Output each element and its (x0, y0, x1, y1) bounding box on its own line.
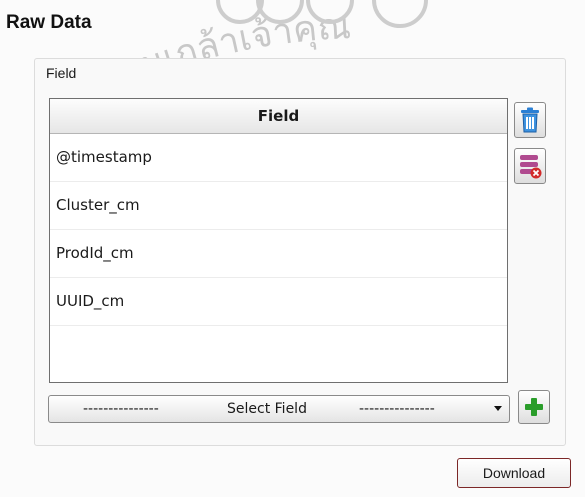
group-label: Field (46, 65, 77, 81)
table-header[interactable]: Field (50, 99, 507, 134)
delete-button[interactable] (514, 102, 546, 138)
section-title: Raw Data (6, 12, 92, 33)
table-row[interactable]: @timestamp (50, 134, 507, 182)
select-field-dropdown[interactable]: --------------- Select Field -----------… (48, 395, 510, 423)
stack-remove-icon (520, 155, 542, 179)
select-right-dashes: --------------- (359, 401, 435, 417)
chevron-down-icon (494, 406, 502, 411)
remove-all-button[interactable] (514, 148, 546, 184)
table-row[interactable]: ProdId_cm (50, 230, 507, 278)
select-label: Select Field (227, 401, 307, 417)
table-row[interactable]: UUID_cm (50, 278, 507, 326)
table-row-empty[interactable] (50, 326, 507, 373)
download-button[interactable]: Download (457, 458, 571, 488)
trash-icon (521, 107, 539, 133)
add-field-button[interactable] (518, 390, 550, 424)
field-table[interactable]: Field @timestamp Cluster_cm ProdId_cm UU… (49, 98, 508, 383)
select-left-dashes: --------------- (83, 401, 159, 417)
table-row[interactable]: Cluster_cm (50, 182, 507, 230)
plus-icon (525, 398, 543, 416)
